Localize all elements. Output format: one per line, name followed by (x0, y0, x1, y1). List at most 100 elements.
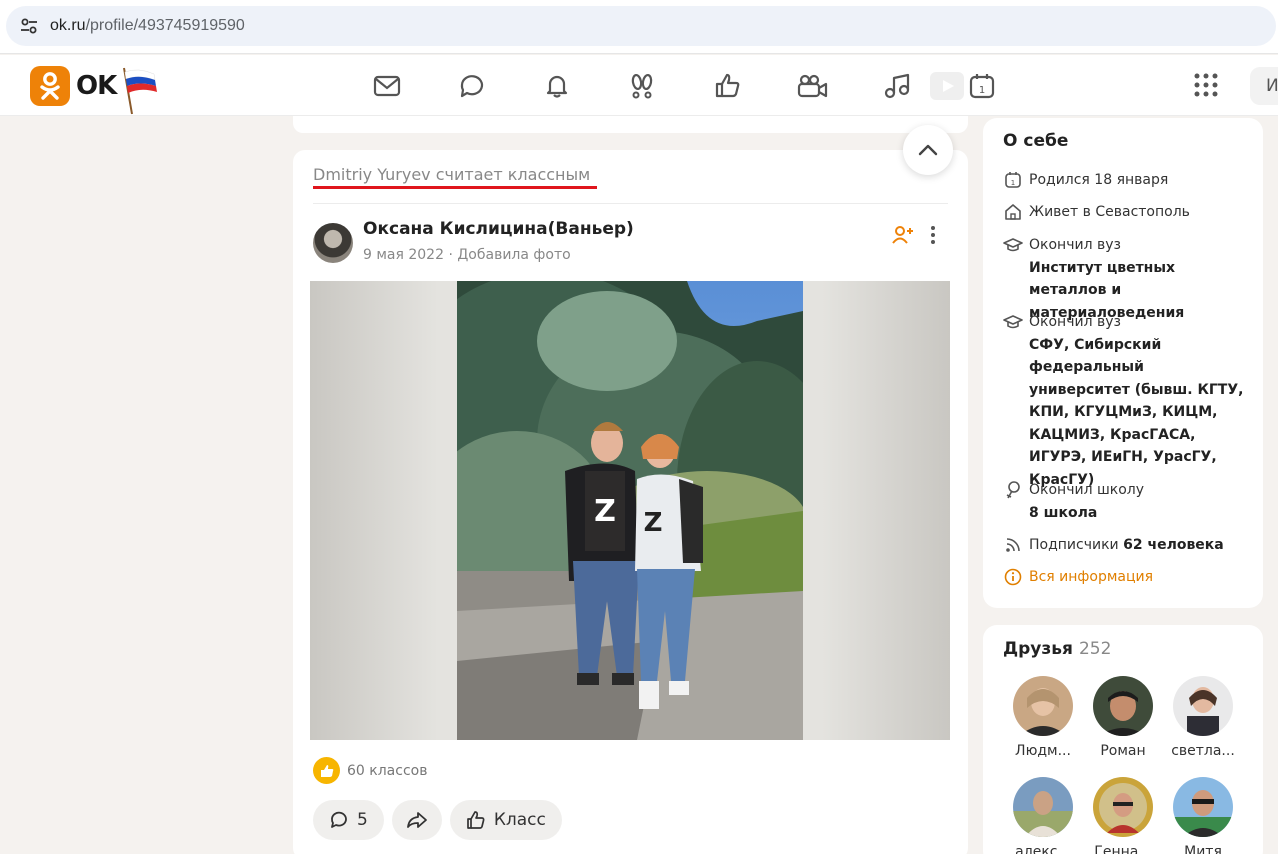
all-info-text: Вся информация (1029, 569, 1154, 585)
subscribers-value: 62 человека (1123, 537, 1224, 553)
info-lives: Живет в Севастополь (1003, 201, 1190, 224)
like-icon (715, 73, 740, 98)
search-input[interactable]: И (1250, 67, 1278, 105)
friend-avatar (1173, 777, 1233, 837)
post-date[interactable]: 9 мая 2022 (363, 247, 444, 263)
friend-item[interactable]: Генна... (1088, 777, 1158, 854)
friend-name: Людм... (1015, 743, 1071, 759)
friend-name: Роман (1100, 743, 1146, 759)
url-text[interactable]: ok.ru/profile/493745919590 (50, 17, 245, 35)
chat-icon (460, 75, 484, 98)
graduation-cap-icon (1003, 311, 1023, 333)
friends-title-text: Друзья (1003, 639, 1073, 659)
friend-name: Митя (1184, 844, 1222, 854)
post-photo[interactable]: Z Z (310, 281, 950, 740)
friend-item[interactable]: Митя (1168, 777, 1238, 854)
previous-card (293, 116, 968, 133)
friend-avatar (1013, 777, 1073, 837)
svg-text:Z: Z (644, 508, 663, 538)
more-options-button[interactable] (922, 223, 944, 247)
school-name[interactable]: 8 школа (1029, 505, 1097, 521)
info-born: 1 Родился 18 января (1003, 169, 1168, 192)
home-icon (1003, 201, 1023, 223)
guests-button[interactable] (621, 66, 663, 106)
info-icon (1003, 566, 1023, 588)
apps-button[interactable] (1190, 69, 1222, 101)
uni2-name[interactable]: СФУ, Сибирский федеральный университет (… (1029, 337, 1243, 488)
more-vertical-icon (931, 226, 935, 244)
comments-count: 5 (357, 810, 368, 830)
info-subscribers[interactable]: Подписчики 62 человека (1003, 534, 1224, 557)
uni1-label: Окончил вуз (1029, 237, 1121, 253)
friend-item[interactable]: Людм... (1008, 676, 1078, 759)
share-button[interactable] (391, 800, 442, 840)
site-header: OK 1 И (0, 55, 1278, 116)
add-friend-button[interactable] (891, 223, 915, 247)
friend-name: алекс... (1015, 844, 1071, 854)
comment-icon (331, 811, 347, 828)
likes-summary[interactable]: 60 классов (313, 757, 427, 784)
graduation-cap-icon (1003, 234, 1023, 256)
post-action: Добавила фото (457, 247, 571, 263)
uni2-label: Окончил вуз (1029, 314, 1121, 330)
video-icon (943, 80, 954, 92)
friend-name: светла... (1171, 743, 1235, 759)
post-meta: 9 мая 2022 · Добавила фото (363, 247, 571, 263)
calendar-icon: 1 (1003, 169, 1023, 191)
post-reason[interactable]: Dmitriy Yuryev считает классным (313, 165, 590, 184)
friends-title[interactable]: Друзья 252 (1003, 639, 1111, 659)
friend-item[interactable]: Роман (1088, 676, 1158, 759)
svg-text:1: 1 (1011, 179, 1015, 187)
class-like-label: Класс (493, 810, 546, 830)
url-path: /profile/493745919590 (85, 17, 245, 34)
like-icon (313, 757, 340, 784)
friends-count: 252 (1078, 639, 1112, 659)
russian-flag-icon (118, 64, 158, 115)
post-actions: 5 Класс (313, 800, 570, 840)
all-info-link[interactable]: Вся информация (1003, 566, 1153, 589)
share-icon (406, 812, 427, 828)
site-settings-icon[interactable] (18, 15, 40, 37)
info-school: Окончил школу 8 школа (1003, 479, 1144, 524)
friend-item[interactable]: алекс... (1008, 777, 1078, 854)
address-bar[interactable]: ok.ru/profile/493745919590 (6, 6, 1276, 46)
logo-text: OK (76, 71, 117, 101)
music-button[interactable] (876, 66, 918, 106)
guests-icon (631, 73, 653, 99)
friend-name: Генна... (1094, 844, 1152, 854)
ok-logo[interactable]: OK (30, 64, 158, 115)
messages-button[interactable] (366, 66, 408, 106)
svg-text:Z: Z (594, 494, 616, 529)
notifications-button[interactable] (536, 66, 578, 106)
friend-avatar (1013, 676, 1073, 736)
friend-item[interactable]: светла... (1168, 676, 1238, 759)
lives-text[interactable]: Живет в Севастополь (1029, 201, 1190, 224)
friend-avatar (1173, 676, 1233, 736)
author-avatar[interactable] (313, 223, 353, 263)
marks-button[interactable] (706, 66, 748, 106)
video-button[interactable] (930, 72, 964, 100)
born-text: Родился 18 января (1029, 172, 1169, 188)
author-name[interactable]: Оксана Кислицина(Ваньер) (363, 219, 634, 239)
class-like-button[interactable]: Класс (449, 800, 562, 840)
events-button[interactable]: 1 (961, 66, 1003, 106)
thumbs-up-icon (466, 811, 485, 829)
bell-icon (546, 75, 568, 98)
main-nav: 1 (366, 66, 1003, 106)
url-host: ok.ru (50, 17, 86, 34)
ok-logo-icon (30, 66, 70, 106)
video-calls-button[interactable] (791, 66, 833, 106)
divider (313, 203, 948, 204)
comments-button[interactable]: 5 (313, 800, 384, 840)
apps-grid-icon (1194, 73, 1218, 97)
meta-separator: · (448, 247, 453, 263)
about-title: О себе (1003, 131, 1069, 151)
discussions-button[interactable] (451, 66, 493, 106)
red-underline-annotation (313, 186, 597, 189)
photo-image: Z Z (457, 281, 803, 740)
music-icon (884, 73, 910, 99)
scroll-to-top-button[interactable] (903, 125, 953, 175)
browser-toolbar: ok.ru/profile/493745919590 (0, 0, 1278, 54)
subscribers-label: Подписчики (1029, 537, 1119, 553)
friend-avatar (1093, 777, 1153, 837)
